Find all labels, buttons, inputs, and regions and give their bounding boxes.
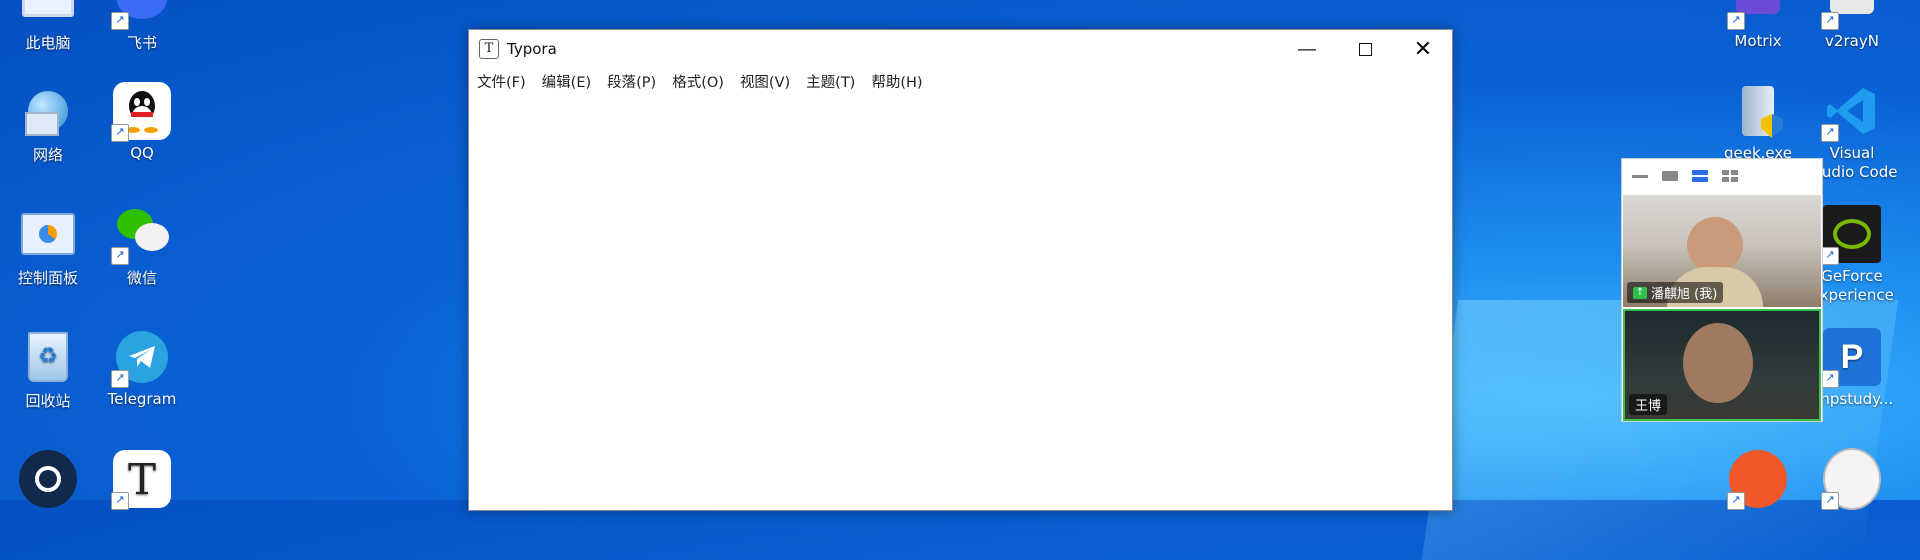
menu-file[interactable]: 文件(F) [477,71,526,92]
desktop-icon-label: 飞书 [126,34,157,52]
participant-name-tag: 王博 [1629,394,1668,415]
recycle-bin-icon: ♻ [19,328,77,386]
desktop-icon-label: v2rayN [1825,32,1879,50]
editor-area[interactable] [469,96,1452,510]
grid-view-button[interactable] [1720,169,1740,183]
participant-video-self[interactable]: ↑ 潘麒旭 (我) [1623,195,1821,307]
menu-help[interactable]: 帮助(H) [871,71,922,92]
shortcut-arrow-icon: ↗ [1727,12,1745,30]
desktop-icon-this-pc[interactable]: 此电脑 [2,0,94,53]
typora-icon: T ↗ [111,450,171,510]
typora-window[interactable]: T Typora ― ✕ 文件(F) 编辑(E) 段落(P) 格式(O) 视图(… [468,29,1453,511]
desktop-icon-recycle-bin[interactable]: ♻ 回收站 [2,328,94,411]
grid-view-icon [1722,170,1738,182]
menu-format[interactable]: 格式(O) [672,71,724,92]
telegram-icon: ↗ [111,328,171,388]
geek-icon [1729,82,1787,140]
participant-name-tag: ↑ 潘麒旭 (我) [1627,282,1724,303]
desktop-icon-network[interactable]: 网络 [2,82,94,165]
shortcut-arrow-icon: ↗ [1821,247,1839,265]
desktop-icon-label: 微信 [126,269,157,287]
desktop-icon-wechat[interactable]: ↗ 微信 [96,205,188,288]
desktop-icon-motrix[interactable]: ↗ Motrix [1712,0,1804,50]
menu-theme[interactable]: 主题(T) [806,71,855,92]
phpstudy-icon: P ↗ [1821,328,1881,388]
steam-icon [19,450,77,508]
shortcut-arrow-icon: ↗ [111,12,129,30]
desktop-icon-white-app[interactable]: ↗ [1806,448,1898,512]
maximize-icon [1358,42,1372,56]
desktop-icon-label: 网络 [32,146,63,164]
computer-icon [19,0,77,28]
list-view-button[interactable] [1690,169,1710,183]
network-icon [19,82,77,140]
desktop-icon-steam[interactable] [2,450,94,512]
participant-video-active-speaker[interactable]: 王博 [1623,309,1821,421]
typora-app-icon: T [479,39,499,59]
desktop-icon-feishu[interactable]: ↗ 飞书 [96,0,188,53]
menu-edit[interactable]: 编辑(E) [542,71,591,92]
desktop-icon-label: 控制面板 [17,269,78,287]
close-button[interactable]: ✕ [1394,30,1452,68]
list-view-icon [1692,170,1708,182]
maximize-button[interactable] [1336,30,1394,68]
screen-share-icon: ↑ [1633,286,1647,299]
person-silhouette [1683,323,1753,403]
desktop-icon-orange-app[interactable]: ↗ [1712,450,1804,512]
desktop-icon-label: 回收站 [25,392,71,410]
desktop-icon-label: 此电脑 [25,34,71,52]
desktop-icon-telegram[interactable]: ↗ Telegram [96,328,188,408]
shortcut-arrow-icon: ↗ [111,492,129,510]
minimize-button[interactable]: ― [1278,30,1336,68]
participant-name: 王博 [1635,399,1662,414]
shortcut-arrow-icon: ↗ [1821,124,1839,142]
shortcut-arrow-icon: ↗ [1821,370,1839,388]
vscode-icon: ↗ [1821,82,1881,142]
shortcut-arrow-icon: ↗ [1821,492,1839,510]
desktop-icon-v2rayn[interactable]: ↗ v2rayN [1806,0,1898,50]
participant-name: 潘麒旭 (我) [1651,287,1718,302]
title-bar[interactable]: T Typora ― ✕ [469,30,1452,68]
single-view-button[interactable] [1660,169,1680,183]
pen-app-icon: ↗ [1727,450,1787,510]
close-icon: ✕ [1413,36,1433,62]
shortcut-arrow-icon: ↗ [111,124,129,142]
wechat-icon: ↗ [111,205,171,265]
shortcut-arrow-icon: ↗ [111,247,129,265]
video-call-panel[interactable]: ↑ 潘麒旭 (我) 王博 [1621,158,1823,422]
dash-icon [1632,174,1648,178]
window-title: Typora [507,40,557,58]
desktop-icon-typora[interactable]: T ↗ [96,450,188,512]
desktop-icon-label: Telegram [107,390,177,408]
motrix-icon: ↗ [1727,0,1787,30]
control-panel-icon [19,205,77,263]
menu-paragraph[interactable]: 段落(P) [607,71,656,92]
compass-app-icon: ↗ [1821,448,1881,510]
geforce-icon: ↗ [1821,205,1881,265]
desktop-icon-label: Motrix [1734,32,1782,50]
shortcut-arrow-icon: ↗ [111,370,129,388]
qq-icon: ↗ [111,82,171,142]
call-layout-toolbar [1622,159,1822,193]
desktop-icon-control-panel[interactable]: 控制面板 [2,205,94,288]
desktop-icon-geek[interactable]: geek.exe [1712,82,1804,162]
menu-bar: 文件(F) 编辑(E) 段落(P) 格式(O) 视图(V) 主题(T) 帮助(H… [469,68,1452,94]
desktop-icon-label: QQ [130,144,154,162]
minimize-icon: ― [1298,38,1316,60]
person-silhouette [1687,217,1743,273]
single-view-icon [1662,171,1678,181]
shortcut-arrow-icon: ↗ [1727,492,1745,510]
minimize-layout-button[interactable] [1630,169,1650,183]
v2rayn-icon: ↗ [1821,0,1881,30]
desktop-icon-qq[interactable]: ↗ QQ [96,82,188,162]
menu-view[interactable]: 视图(V) [740,71,790,92]
shortcut-arrow-icon: ↗ [1821,12,1839,30]
feishu-icon: ↗ [111,0,171,30]
